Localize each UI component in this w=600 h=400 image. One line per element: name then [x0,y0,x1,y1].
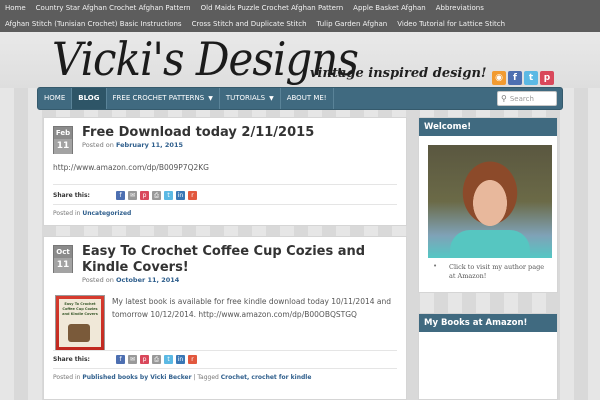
post-meta: Posted on October 11, 2014 [82,276,179,284]
share-icons: f ✉ p ⎙ t in r [116,191,197,200]
top-nav-link[interactable]: Country Star Afghan Crochet Afghan Patte… [31,0,196,16]
nav-item-blog[interactable]: BLOG [72,88,107,109]
category-link[interactable]: Published books by Vicki Becker [82,374,191,381]
post-date-day: 11 [54,258,72,273]
welcome-widget: Welcome! • Click to visit my author page… [418,117,558,293]
post-body: My latest book is available for free kin… [112,297,392,319]
print-share-icon[interactable]: ⎙ [152,191,161,200]
posted-on-label: Posted on [82,276,116,284]
facebook-icon[interactable]: f [508,71,522,85]
category-link[interactable]: Uncategorized [82,210,131,217]
post-title[interactable]: Easy To Crochet Coffee Cup Cozies and Ki… [82,244,400,276]
top-nav-link[interactable]: Video Tutorial for Lattice Stitch [392,16,510,32]
widget-title: Welcome! [419,118,557,136]
facebook-share-icon[interactable]: f [116,191,125,200]
tag-links[interactable]: Crochet, crochet for kindle [221,374,312,381]
pinterest-share-icon[interactable]: p [140,191,149,200]
post-divider [53,184,397,185]
search-box[interactable]: ⚲ Search [497,91,557,106]
author-page-link[interactable]: Click to visit my author page at Amazon! [449,263,549,281]
bullet-icon: • [433,262,438,270]
site-tagline: vintage inspired design! [310,66,487,81]
blog-post: Oct 11 Easy To Crochet Coffee Cup Cozies… [43,236,407,400]
email-share-icon[interactable]: ✉ [128,191,137,200]
nav-item-free-crochet-patterns[interactable]: FREE CROCHET PATTERNS ▼ [107,88,220,109]
nav-item-label: TUTORIALS [225,94,266,102]
rss-icon[interactable]: ◉ [492,71,506,85]
post-meta: Posted on February 11, 2015 [82,141,183,149]
share-label: Share this: [53,192,90,199]
posted-in-label: Posted in [53,210,83,217]
main-navigation: HOME BLOG FREE CROCHET PATTERNS ▼ TUTORIALS ▼… [37,87,563,110]
top-nav-link[interactable]: Old Maids Puzzle Crochet Afghan Pattern [196,0,349,16]
search-input[interactable]: Search [510,95,534,103]
books-widget: My Books at Amazon! [418,313,558,400]
nav-item-tutorials[interactable]: TUTORIALS ▼ [220,88,281,109]
post-date-month: Oct [54,246,72,258]
post-divider [53,350,397,351]
reddit-share-icon[interactable]: r [188,355,197,364]
reddit-share-icon[interactable]: r [188,191,197,200]
linkedin-share-icon[interactable]: in [176,355,185,364]
post-divider [53,368,397,369]
post-date-day: 11 [54,139,72,154]
top-nav-link[interactable]: Home [0,0,31,16]
facebook-share-icon[interactable]: f [116,355,125,364]
posted-in-label: Posted in [53,374,83,381]
post-date-badge: Feb 11 [53,126,73,154]
site-logo[interactable]: Vicki's Designs [52,30,359,90]
nav-item-label: ABOUT ME! [286,94,327,102]
posted-on-label: Posted on [82,141,116,149]
linkedin-share-icon[interactable]: in [176,191,185,200]
post-divider [53,204,397,205]
top-nav-row-1: Home Country Star Afghan Crochet Afghan P… [0,0,489,16]
nav-item-label: FREE CROCHET PATTERNS [112,94,205,102]
nav-item-home[interactable]: HOME [38,88,73,109]
post-footer: Posted in Uncategorized [53,210,131,217]
twitter-icon[interactable]: t [524,71,538,85]
share-icons: f ✉ p ⎙ t in r [116,355,197,364]
post-date-month: Feb [54,127,72,139]
book-cover-image[interactable]: Easy To Crochet Coffee Cup Cozies and Ki… [55,295,105,351]
share-label: Share this: [53,356,90,363]
email-share-icon[interactable]: ✉ [128,355,137,364]
twitter-share-icon[interactable]: t [164,191,173,200]
blog-post: Feb 11 Free Download today 2/11/2015 Pos… [43,117,407,226]
post-footer: Posted in Published books by Vicki Becke… [53,374,311,381]
pinterest-icon[interactable]: p [540,71,554,85]
top-navigation: Home Country Star Afghan Crochet Afghan P… [0,0,600,32]
coffee-cup-image [68,324,90,342]
chevron-down-icon: ▼ [208,95,213,102]
post-date-badge: Oct 11 [53,245,73,273]
book-cover-title: Easy To Crochet Coffee Cup Cozies and Ki… [62,302,98,316]
nav-item-label: HOME [44,94,66,102]
pinterest-share-icon[interactable]: p [140,355,149,364]
top-nav-link[interactable]: Abbreviations [431,0,489,16]
search-icon: ⚲ [501,94,507,103]
post-title[interactable]: Free Download today 2/11/2015 [82,125,314,141]
post-date-link[interactable]: October 11, 2014 [116,276,179,284]
author-photo[interactable] [428,145,552,258]
social-icons: ◉ f t p [492,71,554,85]
chevron-down-icon: ▼ [269,95,274,102]
twitter-share-icon[interactable]: t [164,355,173,364]
site-header: Vicki's Designs vintage inspired design!… [0,32,600,88]
widget-title: My Books at Amazon! [419,314,557,332]
post-date-link[interactable]: February 11, 2015 [116,141,183,149]
nav-item-label: BLOG [78,94,100,102]
top-nav-link[interactable]: Apple Basket Afghan [348,0,431,16]
tagged-label: | Tagged [191,374,221,381]
print-share-icon[interactable]: ⎙ [152,355,161,364]
nav-item-about-me[interactable]: ABOUT ME! [281,88,334,109]
post-body: http://www.amazon.com/dp/B009P7Q2KG [53,163,209,172]
